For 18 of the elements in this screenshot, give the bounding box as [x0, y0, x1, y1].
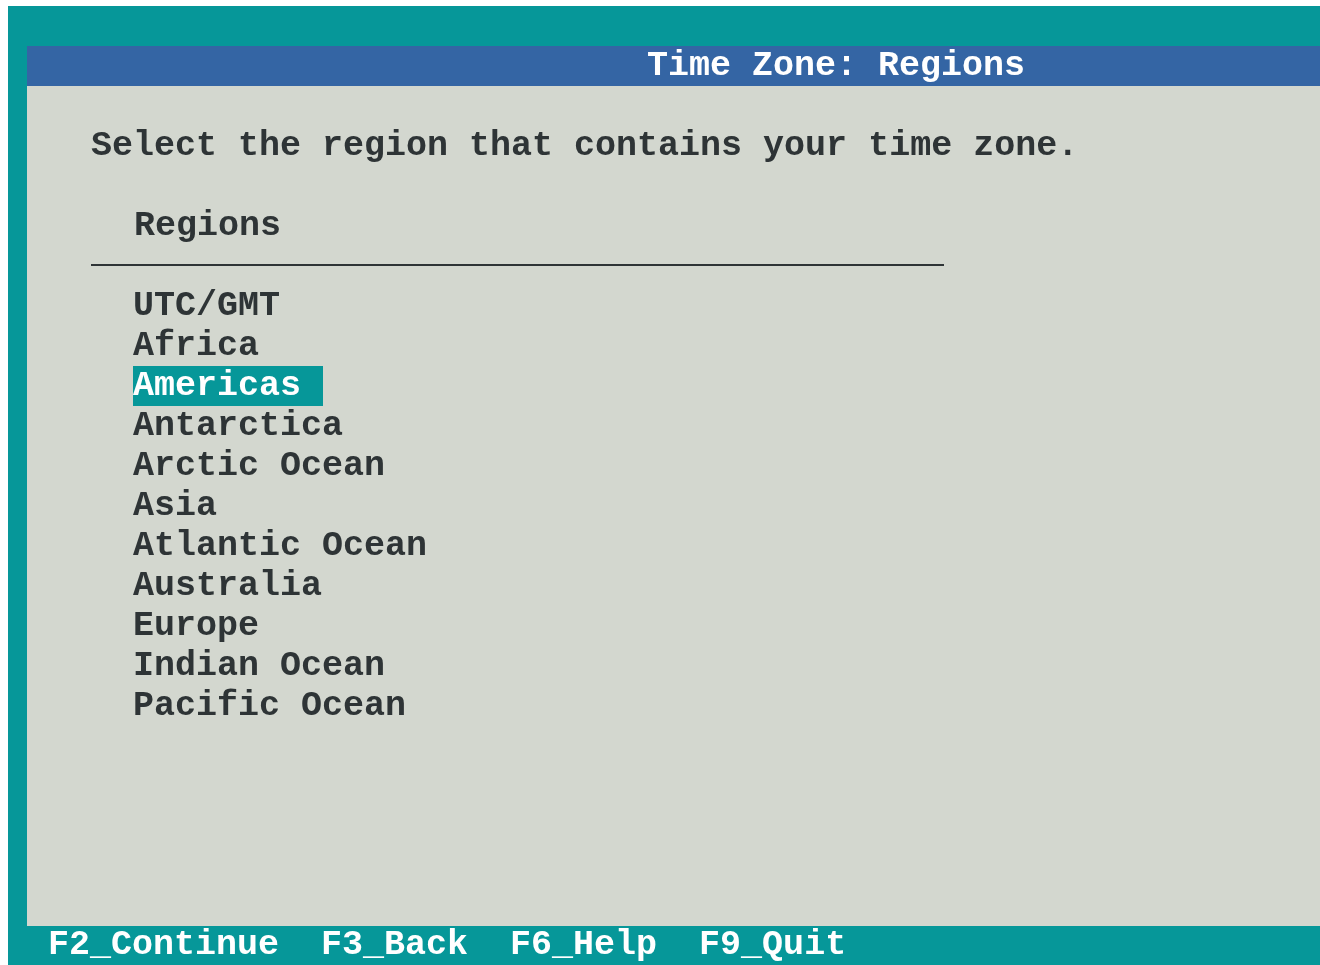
- function-key[interactable]: F2_Continue: [48, 926, 280, 965]
- region-list-item[interactable]: Pacific Ocean: [133, 686, 429, 726]
- function-key[interactable]: F6_Help: [510, 926, 658, 965]
- instruction-text: Select the region that contains your time zone.: [91, 126, 1080, 166]
- region-list-item[interactable]: Europe: [133, 606, 282, 646]
- window-title: Time Zone: Regions: [27, 46, 1320, 86]
- region-list-item[interactable]: Indian Ocean: [133, 646, 408, 686]
- region-list-item[interactable]: Americas: [133, 366, 324, 406]
- region-list-item[interactable]: UTC/GMT: [133, 286, 303, 326]
- region-list-item[interactable]: Antarctica: [133, 406, 366, 446]
- function-key[interactable]: F9_Quit: [699, 926, 847, 965]
- region-list-item[interactable]: Atlantic Ocean: [133, 526, 450, 566]
- region-list-item[interactable]: Asia: [133, 486, 239, 526]
- region-list-item[interactable]: Africa: [133, 326, 282, 366]
- list-header: Regions: [133, 206, 283, 246]
- region-list-item[interactable]: Australia: [133, 566, 345, 606]
- region-list-item[interactable]: Arctic Ocean: [133, 446, 408, 486]
- function-key[interactable]: F3_Back: [321, 926, 469, 965]
